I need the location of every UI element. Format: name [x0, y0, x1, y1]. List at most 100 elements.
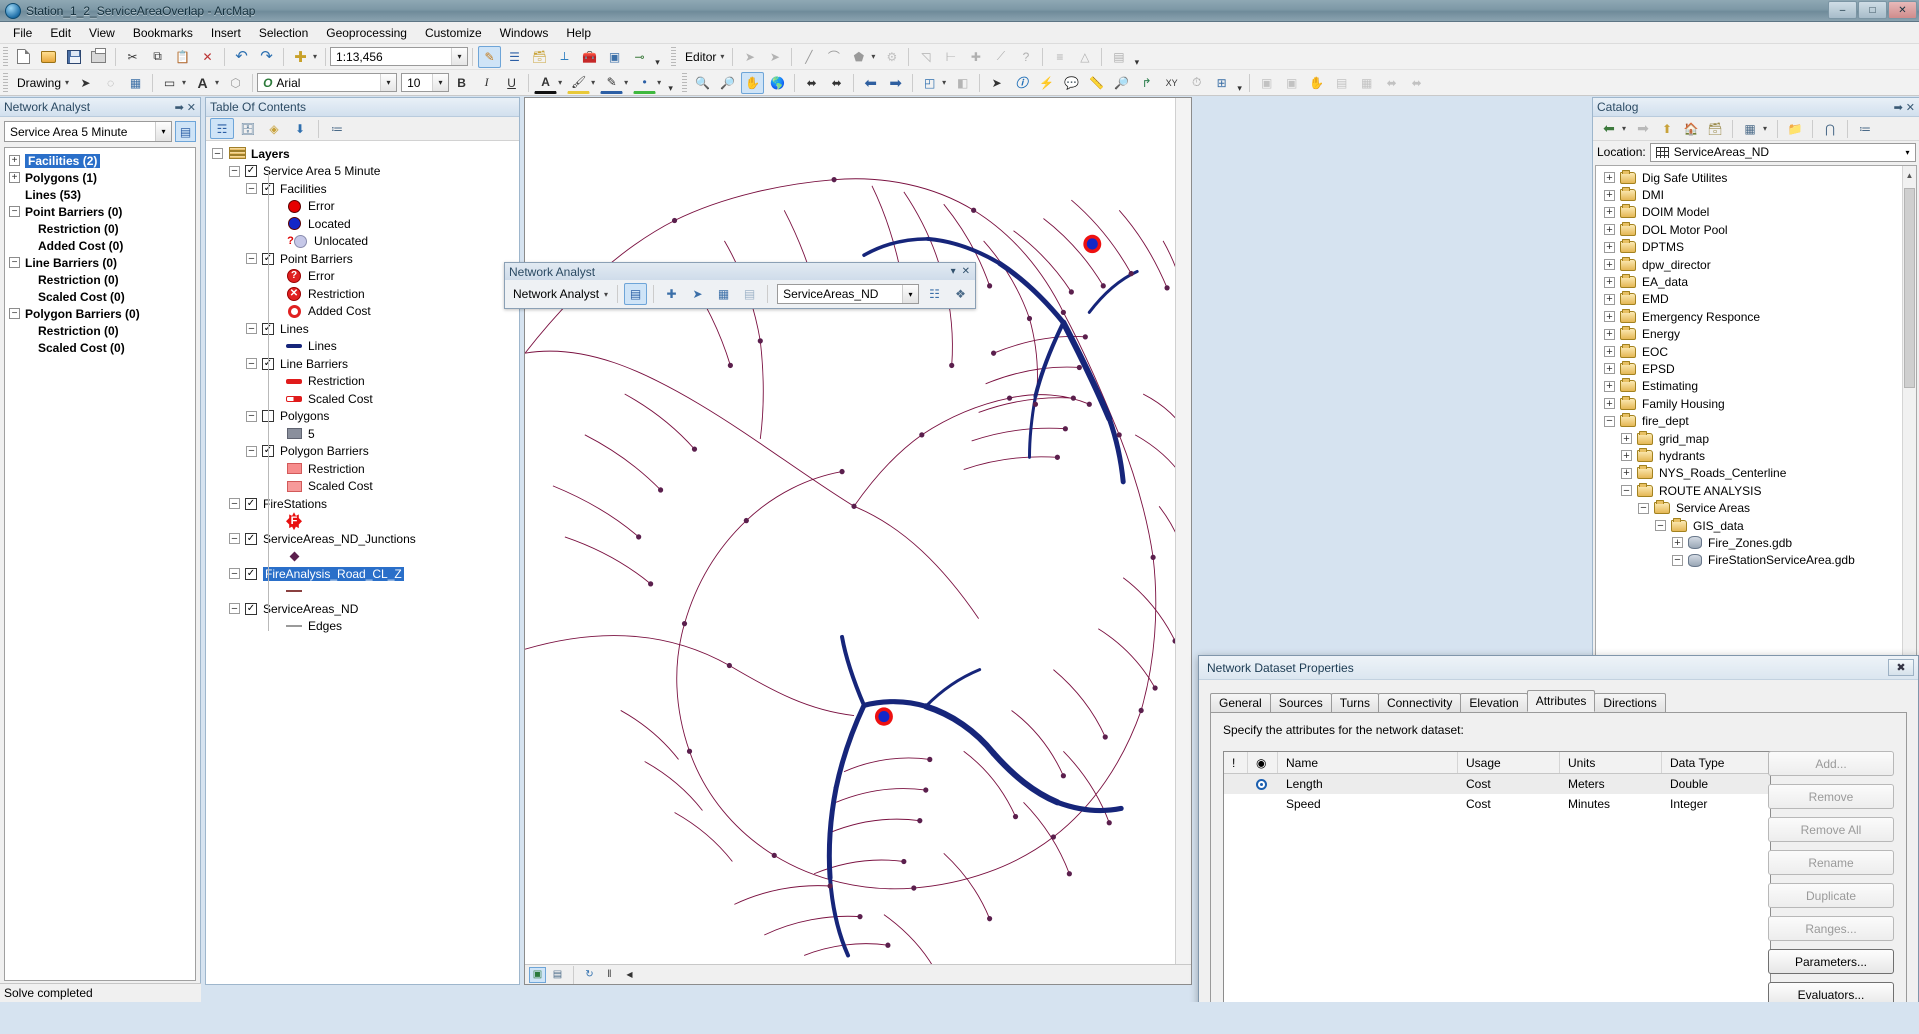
expand-icon[interactable]: +	[1672, 537, 1683, 549]
ungrouped-tool-5[interactable]: ▦	[1355, 72, 1378, 94]
expand-icon[interactable]: +	[1604, 398, 1615, 410]
build-entire-network-button[interactable]: ▦	[712, 283, 735, 305]
catalog-tree-item[interactable]: + NYS_Roads_Centerline	[1596, 465, 1916, 482]
expand-icon[interactable]: +	[1604, 311, 1615, 323]
collapse-icon[interactable]: −	[229, 533, 240, 545]
fixed-zoom-out-button[interactable]: ⬌	[825, 72, 848, 94]
collapse-icon[interactable]: −	[246, 183, 257, 195]
close-button[interactable]: ✕	[1888, 1, 1917, 19]
attributes-table[interactable]: ! ◉ Name Usage Units Data Type Length Co…	[1223, 751, 1771, 1034]
expand-icon[interactable]: +	[1621, 467, 1632, 479]
tab-general[interactable]: General	[1210, 693, 1271, 712]
expand-icon[interactable]: +	[1604, 346, 1615, 358]
expand-icon[interactable]: +	[1621, 450, 1632, 462]
layer-visibility-checkbox[interactable]: ✓	[245, 532, 257, 545]
fill-color-button[interactable]: 🖌	[567, 72, 591, 94]
network-analyst-tree[interactable]: + Facilities (2) + Polygons (1) Lines (53) − P…	[4, 147, 196, 981]
tab-directions[interactable]: Directions	[1594, 693, 1666, 712]
maximize-button[interactable]: □	[1858, 1, 1887, 19]
contents-dropdown-icon[interactable]: ▾	[1763, 124, 1771, 133]
expand-icon[interactable]: +	[9, 155, 20, 166]
arctoolbox-window-button[interactable]: 🧰	[578, 46, 601, 68]
new-rectangle-button[interactable]: ▭	[158, 72, 181, 94]
data-view-button[interactable]: ▣	[529, 966, 546, 983]
collapse-icon[interactable]: −	[212, 148, 223, 160]
collapse-icon[interactable]: −	[1638, 502, 1649, 514]
rename-attribute-button[interactable]: Rename	[1768, 850, 1894, 875]
italic-button[interactable]: I	[475, 72, 498, 94]
toc-tree-item[interactable]: − ✓ ServiceAreas_ND	[206, 600, 519, 618]
ungrouped-tool-4[interactable]: ▤	[1330, 72, 1353, 94]
go-forward-extent-button[interactable]: ➡	[884, 72, 907, 94]
toc-tree-item[interactable]: − Layers	[206, 145, 519, 163]
na-menu-label[interactable]: Network Analyst	[507, 287, 603, 301]
find-button[interactable]: 🔎	[1110, 72, 1133, 94]
paste-button[interactable]: 📋	[171, 46, 194, 68]
toc-tree-item[interactable]: −✓Lines	[206, 320, 519, 338]
marker-color-dropdown-icon[interactable]: ▾	[657, 78, 665, 87]
catalog-tree-item[interactable]: − ROUTE ANALYSIS	[1596, 482, 1916, 499]
collapse-icon[interactable]: −	[9, 206, 20, 217]
layer-visibility-checkbox[interactable]: ✓	[245, 567, 257, 580]
network-dataset-combo[interactable]: ServiceAreas_ND ▾	[777, 284, 919, 304]
up-one-level-button[interactable]: ⬆	[1656, 118, 1678, 139]
collapse-icon[interactable]: −	[1604, 415, 1615, 427]
catalog-tree-item[interactable]: + grid_map	[1596, 430, 1916, 447]
expand-icon[interactable]: +	[1604, 380, 1615, 392]
remove-all-attributes-button[interactable]: Remove All	[1768, 817, 1894, 842]
collapse-icon[interactable]: −	[1621, 485, 1632, 497]
select-features-button[interactable]: ◰	[918, 72, 941, 94]
edit-session-button[interactable]: ▤	[1107, 46, 1130, 68]
minimize-button[interactable]: –	[1828, 1, 1857, 19]
tab-sources[interactable]: Sources	[1269, 693, 1332, 712]
drawing-toolbar-grip[interactable]	[3, 72, 8, 93]
dialog-close-button[interactable]: ✖	[1888, 659, 1914, 676]
straight-segment-button[interactable]: ╱	[797, 46, 820, 68]
toc-tree-item[interactable]: Lines	[206, 338, 519, 356]
toc-tree-item[interactable]: ? Error	[206, 268, 519, 286]
toc-tree-item[interactable]: Scaled Cost	[206, 390, 519, 408]
list-by-drawing-order-button[interactable]: ☶	[210, 118, 234, 139]
line-color-dropdown-icon[interactable]: ▾	[624, 78, 632, 87]
font-color-dropdown-icon[interactable]: ▾	[558, 78, 566, 87]
na-toolbar-title-bar[interactable]: Network Analyst ▾ ✕	[505, 263, 975, 280]
solve-button[interactable]: ❖	[949, 283, 972, 305]
close-icon[interactable]: ✕	[1906, 101, 1915, 114]
add-data-dropdown-icon[interactable]: ▾	[313, 52, 321, 61]
menu-view[interactable]: View	[80, 23, 124, 43]
collapse-icon[interactable]: −	[9, 257, 20, 268]
toc-tree-item[interactable]	[206, 548, 519, 566]
find-route-button[interactable]: ↱	[1135, 72, 1158, 94]
redo-button[interactable]: ↷	[255, 46, 278, 68]
table-row[interactable]: Speed Cost Minutes Integer	[1224, 794, 1770, 814]
new-text-button[interactable]: A	[191, 72, 214, 94]
close-icon[interactable]: ✕	[187, 101, 196, 114]
expand-icon[interactable]: +	[1604, 241, 1615, 253]
rotate-tool-button[interactable]: ✚	[964, 46, 987, 68]
select-by-graphic-button[interactable]: ▦	[124, 72, 147, 94]
ranges-button[interactable]: Ranges...	[1768, 916, 1894, 941]
back-navigation-button[interactable]: ⬅	[1598, 118, 1620, 139]
create-viewer-window-button[interactable]: ⊞	[1210, 72, 1233, 94]
toggle-contents-panel-button[interactable]: ▦	[1739, 118, 1761, 139]
location-combo[interactable]: ServiceAreas_ND ▾	[1649, 142, 1916, 162]
expand-icon[interactable]: +	[1621, 433, 1632, 445]
toc-tree-item[interactable]: −✓Line Barriers	[206, 355, 519, 373]
network-analyst-window-toggle-button[interactable]: ▤	[175, 121, 196, 142]
trace-tool-button[interactable]: ⬟	[847, 46, 870, 68]
curve-segment-button[interactable]: ⌒	[822, 46, 845, 68]
catalog-scroll-thumb[interactable]	[1904, 188, 1915, 388]
tools-toolbar-overflow-icon[interactable]: ▾	[1234, 72, 1245, 94]
expand-icon[interactable]: +	[1604, 172, 1615, 184]
catalog-tree-item[interactable]: − FireStationServiceArea.gdb	[1596, 552, 1916, 569]
select-elements-button[interactable]: ➤	[74, 72, 97, 94]
na-tree-item[interactable]: − Line Barriers (0)	[5, 254, 195, 271]
catalog-tree-item[interactable]: + EPSD	[1596, 360, 1916, 377]
catalog-tree-item[interactable]: + Energy	[1596, 326, 1916, 343]
catalog-tree-item[interactable]: + Estimating	[1596, 378, 1916, 395]
catalog-tree-item[interactable]: + Family Housing	[1596, 395, 1916, 412]
map-graphics[interactable]	[525, 98, 1191, 984]
na-tree-item[interactable]: Restriction (0)	[5, 220, 195, 237]
layer-visibility-checkbox[interactable]: ✓	[245, 602, 257, 615]
standard-toolbar-overflow-icon[interactable]: ▾	[652, 46, 663, 68]
